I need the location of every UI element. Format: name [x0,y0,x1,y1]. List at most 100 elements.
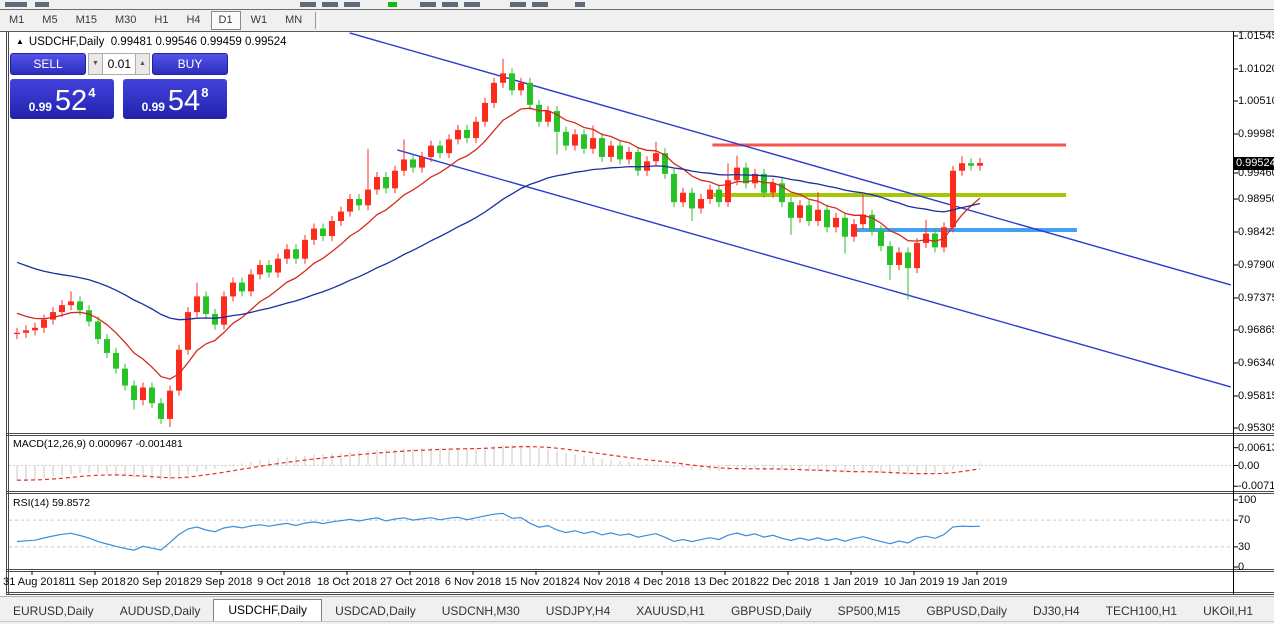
candle-body [977,163,983,166]
candle-body [428,146,434,157]
volume-stepper: ▼ 0.01 ▲ [88,53,150,75]
tab-usdcad-daily[interactable]: USDCAD,Daily [322,601,429,622]
candle-body [608,146,614,157]
candle-body [464,130,470,138]
tab-eurusd-daily[interactable]: EURUSD,Daily [0,601,107,622]
candle-body [581,134,587,148]
tab-usdcnh-m30[interactable]: USDCNH,M30 [429,601,533,622]
candle-body [50,312,56,320]
current-price-badge: 0.99524 [1234,157,1274,170]
symbol-title: USDCHF,Daily [29,36,104,48]
candle-body [590,138,596,149]
buy-price-sup: 8 [201,85,208,100]
volume-input[interactable]: 0.01 [103,53,135,75]
chart-tab-bar: EURUSD,DailyAUDUSD,DailyUSDCHF,DailyUSDC… [0,596,1274,622]
buy-price-panel[interactable]: 0.99548 [123,79,227,119]
candle-body [419,157,425,168]
tab-tech100-h1[interactable]: TECH100,H1 [1093,601,1190,622]
candle-body [734,168,740,181]
candle-body [410,159,416,167]
candle-body [950,171,956,228]
tab-usdchf-daily[interactable]: USDCHF,Daily [213,599,322,622]
candle-body [302,240,308,259]
candle-body [257,265,263,274]
candle-body [356,199,362,205]
date-label: 6 Nov 2018 [445,576,501,588]
tab-scroll-left-button[interactable]: ◄ [1266,608,1274,618]
rsi-axis-label: 70 [1238,514,1250,526]
candle-body [149,387,155,403]
volume-increase-button[interactable]: ▲ [135,53,150,75]
candle-body [221,296,227,324]
candle-body [905,252,911,268]
macd-axis-label: -0.007142 [1238,480,1274,492]
candle-body [482,103,488,122]
candle-body [59,305,65,312]
date-label: 20 Sep 2018 [127,576,189,588]
candle-body [275,259,281,273]
candle-body [536,105,542,122]
candle-body [941,227,947,247]
candle-body [95,322,101,340]
sell-price-panel[interactable]: 0.99524 [10,79,114,119]
price-label: 0.95305 [1238,422,1274,434]
volume-decrease-button[interactable]: ▼ [88,53,103,75]
candle-body [896,252,902,265]
candle-body [329,221,335,236]
candle-body [878,230,884,246]
candle-body [338,212,344,221]
mt4-window: M1M5M15M30H1H4D1W1MN ▲USDCHF,Daily 0.994… [0,0,1274,624]
macd-axis-label: 0.00 [1238,460,1259,472]
candle-body [365,190,371,206]
price-label: 0.99985 [1238,128,1274,140]
tab-dj30-h4[interactable]: DJ30,H4 [1020,601,1093,622]
rsi-axis-label: 0 [1238,561,1244,573]
candle-body [914,243,920,268]
price-label: 1.00510 [1238,95,1274,107]
date-label: 22 Dec 2018 [757,576,819,588]
tab-usdjpy-h4[interactable]: USDJPY,H4 [533,601,623,622]
tab-scroll-arrows: ◄► [1266,608,1274,618]
candle-body [563,132,569,146]
candle-body [113,353,119,369]
candle-body [41,320,47,328]
candle-body [635,152,641,171]
candle-body [599,138,605,157]
candle-body [491,83,497,103]
price-label: 0.98425 [1238,226,1274,238]
one-click-trading-panel: SELL ▼ 0.01 ▲ BUY 0.99524 0.99548 [10,53,231,121]
tab-sp500-m15[interactable]: SP500,M15 [825,601,914,622]
tab-ukoil-h1[interactable]: UKOil,H1 [1190,601,1266,622]
sell-price-sup: 4 [88,85,95,100]
sell-price-small: 0.99 [29,100,52,114]
tab-gbpusd-daily[interactable]: GBPUSD,Daily [718,601,825,622]
candle-body [23,330,29,333]
rsi-label: RSI(14) 59.8572 [13,497,90,509]
candle-body [788,202,794,218]
candle-body [797,205,803,218]
date-label: 4 Dec 2018 [634,576,690,588]
candle-body [455,130,461,139]
candle-body [689,193,695,209]
candle-body [194,296,200,312]
tab-xauusd-h1[interactable]: XAUUSD,H1 [623,601,718,622]
candle-body [140,387,146,400]
price-label: 1.01545 [1238,30,1274,42]
collapse-icon[interactable]: ▲ [16,37,24,46]
candle-body [968,163,974,166]
buy-price-big: 54 [168,88,200,114]
ohlc-values: 0.99481 0.99546 0.99459 0.99524 [111,36,287,48]
candle-body [266,265,272,273]
buy-button[interactable]: BUY [152,53,228,75]
date-label: 29 Sep 2018 [190,576,252,588]
candle-body [212,314,218,325]
candle-body [374,177,380,190]
tab-gbpusd-daily[interactable]: GBPUSD,Daily [913,601,1020,622]
date-label: 11 Sep 2018 [64,576,126,588]
date-label: 9 Oct 2018 [257,576,311,588]
tab-audusd-daily[interactable]: AUDUSD,Daily [107,601,214,622]
candle-body [32,328,38,331]
candle-body [185,312,191,350]
candle-body [77,301,83,310]
sell-button[interactable]: SELL [10,53,86,75]
